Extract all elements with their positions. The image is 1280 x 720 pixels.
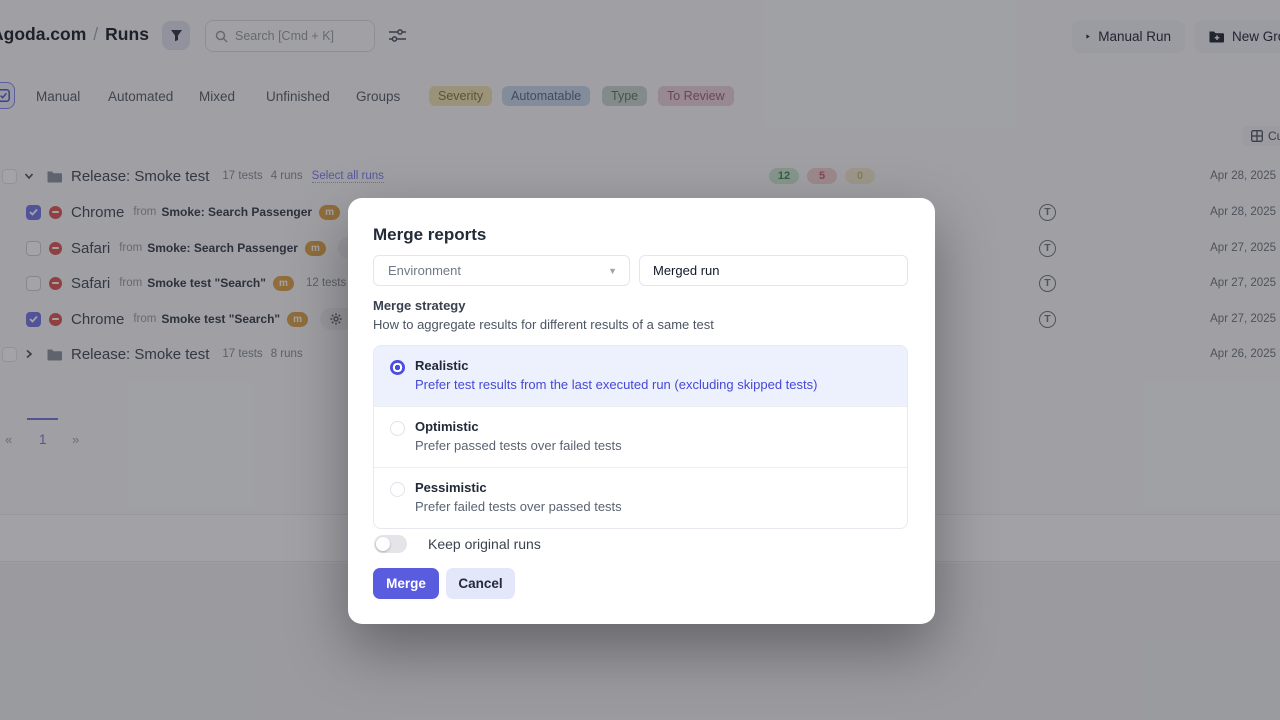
keep-original-runs-row: Keep original runs — [374, 535, 541, 553]
option-name: Pessimistic — [415, 480, 622, 495]
chevron-down-icon: ▼ — [608, 266, 617, 276]
merge-reports-modal: Merge reports Environment ▼ Merge strate… — [348, 198, 935, 624]
app-window: Agoda.com/Runs Manual Run New Group Manu… — [0, 0, 1280, 720]
cancel-button[interactable]: Cancel — [446, 568, 515, 599]
merge-button[interactable]: Merge — [373, 568, 439, 599]
merge-strategy-options: Realistic Prefer test results from the l… — [373, 345, 908, 529]
merge-strategy-help: How to aggregate results for different r… — [373, 317, 714, 332]
option-desc: Prefer test results from the last execut… — [415, 377, 817, 392]
option-name: Optimistic — [415, 419, 622, 434]
option-realistic[interactable]: Realistic Prefer test results from the l… — [374, 346, 907, 407]
environment-select[interactable]: Environment ▼ — [373, 255, 630, 286]
option-desc: Prefer failed tests over passed tests — [415, 499, 622, 514]
option-desc: Prefer passed tests over failed tests — [415, 438, 622, 453]
radio-icon[interactable] — [390, 421, 405, 436]
option-pessimistic[interactable]: Pessimistic Prefer failed tests over pas… — [374, 468, 907, 528]
keep-original-toggle[interactable] — [374, 535, 407, 553]
modal-title: Merge reports — [373, 225, 486, 245]
merge-strategy-label: Merge strategy — [373, 298, 465, 313]
toggle-knob — [376, 537, 390, 551]
keep-original-label: Keep original runs — [428, 536, 541, 552]
radio-icon[interactable] — [390, 482, 405, 497]
option-optimistic[interactable]: Optimistic Prefer passed tests over fail… — [374, 407, 907, 468]
radio-selected-icon[interactable] — [390, 360, 405, 375]
option-name: Realistic — [415, 358, 817, 373]
environment-select-value: Environment — [388, 263, 461, 278]
merged-run-name-input[interactable] — [639, 255, 908, 286]
